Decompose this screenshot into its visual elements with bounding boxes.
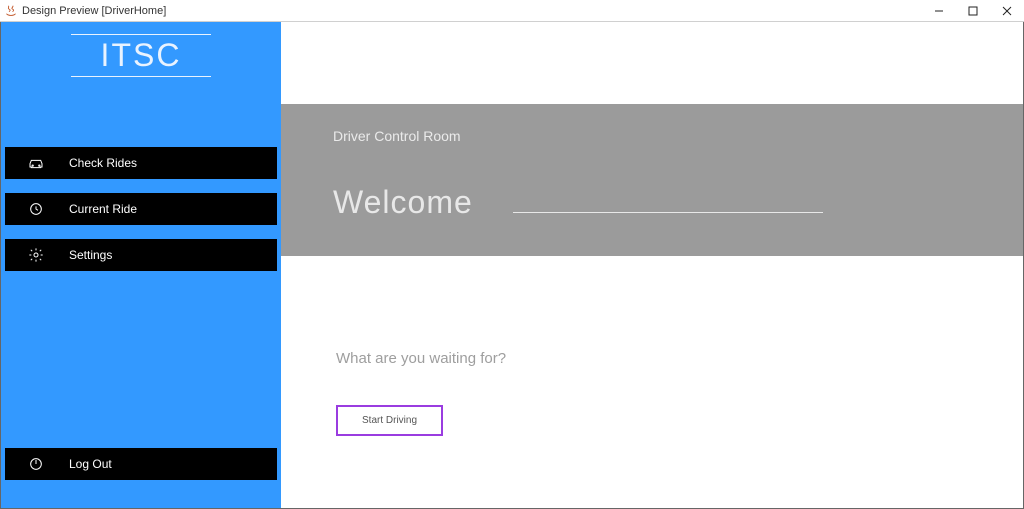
sidebar-nav: Check Rides Current Ride Settings <box>1 147 281 271</box>
minimize-button[interactable] <box>922 0 956 22</box>
welcome-text: Welcome <box>333 184 473 221</box>
brand: ITSC <box>71 34 212 77</box>
window-titlebar: Design Preview [DriverHome] <box>0 0 1024 22</box>
sidebar-item-check-rides[interactable]: Check Rides <box>5 147 277 179</box>
sidebar-item-current-ride[interactable]: Current Ride <box>5 193 277 225</box>
welcome-line: Welcome <box>333 184 993 221</box>
sidebar-item-label: Settings <box>69 248 112 262</box>
window-controls <box>922 0 1024 22</box>
sidebar-item-settings[interactable]: Settings <box>5 239 277 271</box>
sidebar-item-label: Current Ride <box>69 202 137 216</box>
java-icon <box>4 4 18 18</box>
main-content: Driver Control Room Welcome What are you… <box>281 22 1023 508</box>
window-title: Design Preview [DriverHome] <box>22 5 166 17</box>
brand-wrap: ITSC <box>1 34 281 77</box>
cta-area: What are you waiting for? Start Driving <box>281 256 1023 436</box>
sidebar-item-logout[interactable]: Log Out <box>5 448 277 480</box>
clock-icon <box>27 200 45 218</box>
sidebar: ITSC Check Rides Current Ride Settings <box>1 22 281 508</box>
power-icon <box>27 455 45 473</box>
band-title: Driver Control Room <box>333 128 993 144</box>
sidebar-item-label: Log Out <box>69 457 112 471</box>
user-name-underline <box>513 212 823 213</box>
cta-prompt: What are you waiting for? <box>336 350 1023 367</box>
close-button[interactable] <box>990 0 1024 22</box>
car-icon <box>27 154 45 172</box>
sidebar-item-label: Check Rides <box>69 156 137 170</box>
maximize-button[interactable] <box>956 0 990 22</box>
main-top-gap <box>281 22 1023 104</box>
gear-icon <box>27 246 45 264</box>
header-band: Driver Control Room Welcome <box>281 104 1023 256</box>
start-driving-button[interactable]: Start Driving <box>336 405 443 436</box>
